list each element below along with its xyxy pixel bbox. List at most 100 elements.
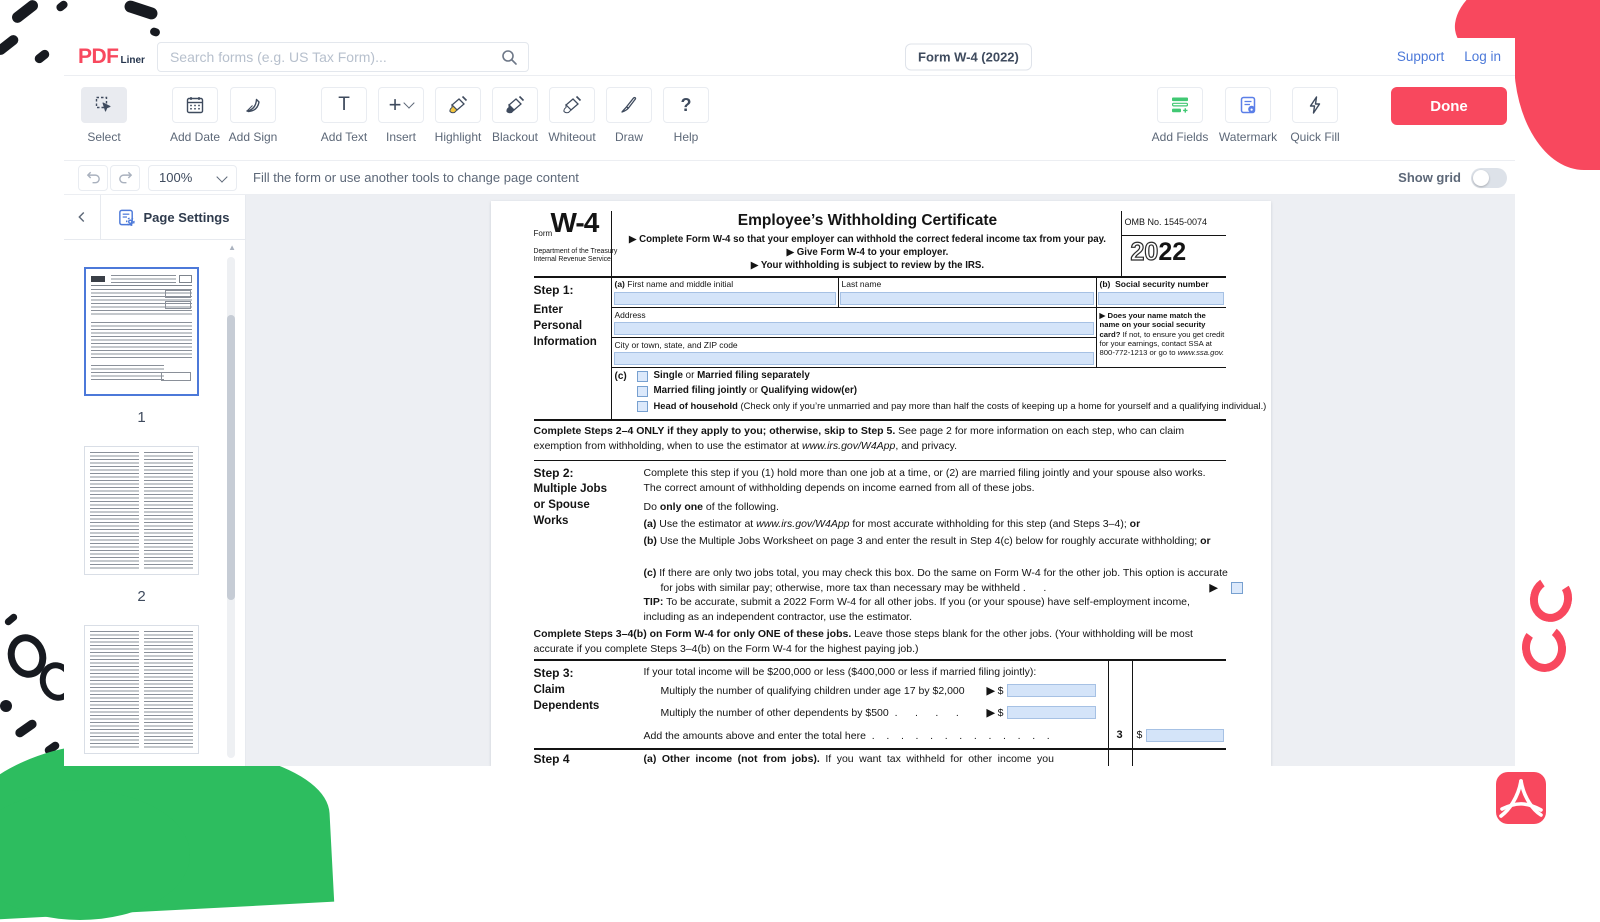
ssn-field[interactable] [1098,292,1224,305]
text-icon[interactable]: T [321,87,367,123]
tool-label: Add Fields [1152,130,1209,144]
head-of-household-checkbox[interactable] [637,401,648,412]
year-outline: 20 [1131,238,1159,266]
dollar-sign: $ [1137,729,1143,741]
first-name-field[interactable] [614,292,836,305]
last-name-field[interactable] [840,292,1094,305]
form-year: 2022 [1131,238,1187,267]
tool-highlight[interactable]: Highlight [435,87,481,144]
draw-pen-icon[interactable] [606,87,652,123]
decor-red-stroke [1526,572,1577,626]
city-label: City or town, state, and ZIP code [615,340,738,350]
blackout-brush-icon[interactable] [492,87,538,123]
address-label: Address [615,310,646,320]
calendar-icon[interactable] [172,87,218,123]
decor-ink-mark [55,0,69,13]
toolbar-right-group: Add Fields Watermark [1157,87,1507,144]
tool-add-text[interactable]: T Add Text [321,87,367,144]
tool-watermark[interactable]: Watermark [1225,87,1271,144]
form-dept: Department of the Treasury Internal Reve… [534,248,618,265]
search-box[interactable] [157,42,529,72]
tool-draw[interactable]: Draw [606,87,652,144]
tool-label: Quick Fill [1290,130,1339,144]
grid-toggle[interactable] [1471,168,1507,188]
document-name-badge: Form W-4 (2022) [905,43,1032,70]
first-name-label: (a) First name and middle initial [615,279,734,289]
tool-select[interactable]: Select [81,87,127,144]
quick-fill-bolt-icon[interactable] [1292,87,1338,123]
two-jobs-checkbox[interactable] [1231,582,1243,594]
tool-label: Blackout [492,130,538,144]
sign-pen-icon[interactable] [230,87,276,123]
search-icon[interactable] [500,48,518,66]
rule [534,659,1226,661]
page-settings-button[interactable]: Page Settings [101,195,245,239]
step3-sub: Dependents [534,700,600,712]
dependents-total-field[interactable] [1146,729,1224,742]
login-link[interactable]: Log in [1464,49,1501,64]
tool-label: Watermark [1219,130,1277,144]
show-grid-control: Show grid [1398,168,1507,188]
thumbnail-preview [91,274,192,389]
tool-blackout[interactable]: Blackout [492,87,538,144]
pdfliner-logo[interactable]: PDF Liner [78,45,145,69]
tool-whiteout[interactable]: Whiteout [549,87,595,144]
step1-sub: Personal [534,320,583,332]
tool-add-fields[interactable]: Add Fields [1157,87,1203,144]
plus-glyph: + [389,94,402,116]
rule [534,419,1226,421]
step1-sub: Information [534,336,597,348]
other-dependents-field[interactable] [1007,706,1096,719]
sidebar-header: Page Settings [64,195,245,240]
tool-add-sign[interactable]: Add Sign [230,87,276,144]
logo-liner-text: Liner [121,55,145,66]
note-steps-2-4: Complete Steps 2–4 ONLY if they apply to… [534,424,1226,453]
redo-button[interactable] [110,165,140,191]
select-icon[interactable] [81,87,127,123]
page-thumbnail-2[interactable] [84,446,199,575]
question-glyph: ? [681,95,692,116]
pdfliner-app: PDF Liner Form W-4 (2022) Support Log in [64,38,1515,756]
tool-label: Add Text [321,130,367,144]
scroll-up-arrow[interactable]: ▲ [228,243,236,252]
tool-quick-fill[interactable]: Quick Fill [1292,87,1338,144]
tool-help[interactable]: ? Help [663,87,709,144]
page-thumbnail-3[interactable] [84,625,199,754]
sidebar-scrollbar[interactable] [227,257,235,758]
scrollbar-thumb[interactable] [227,315,235,600]
married-jointly-checkbox[interactable] [637,386,648,397]
watermark-icon[interactable] [1225,87,1271,123]
page-number-2: 2 [137,588,145,605]
support-link[interactable]: Support [1397,49,1444,64]
tool-add-date[interactable]: Add Date [172,87,218,144]
tool-insert[interactable]: + Insert [378,87,424,144]
step2-option-a: (a) Use the estimator at www.irs.gov/W4A… [644,517,1239,532]
undo-icon [85,169,102,186]
undo-button[interactable] [78,165,108,191]
thumbnail-preview [90,452,193,569]
city-field[interactable] [614,352,1094,365]
show-grid-label: Show grid [1398,170,1461,185]
year-bold: 22 [1158,238,1186,266]
qualifying-children-field[interactable] [1007,684,1096,697]
whiteout-brush-icon[interactable] [549,87,595,123]
add-fields-icon[interactable] [1157,87,1203,123]
search-input[interactable] [168,48,500,66]
decor-ink-dot [0,700,12,712]
step1-sub: Enter [534,304,563,316]
plus-icon[interactable]: + [378,87,424,123]
address-field[interactable] [614,322,1094,335]
rule [611,276,612,419]
zoom-select[interactable]: 100% [148,165,237,191]
w4-form-page: Form W-4 Department of the Treasury Inte… [491,201,1271,766]
document-area: Form W-4 Department of the Treasury Inte… [246,195,1515,766]
rule [611,367,1226,368]
help-icon[interactable]: ? [663,87,709,123]
tool-label: Insert [386,130,416,144]
done-button[interactable]: Done [1391,87,1507,125]
collapse-sidebar-button[interactable] [64,195,101,239]
form-name: W-4 [551,207,599,239]
page-thumbnail-1[interactable] [84,267,199,396]
single-checkbox[interactable] [637,371,648,382]
highlight-brush-icon[interactable] [435,87,481,123]
